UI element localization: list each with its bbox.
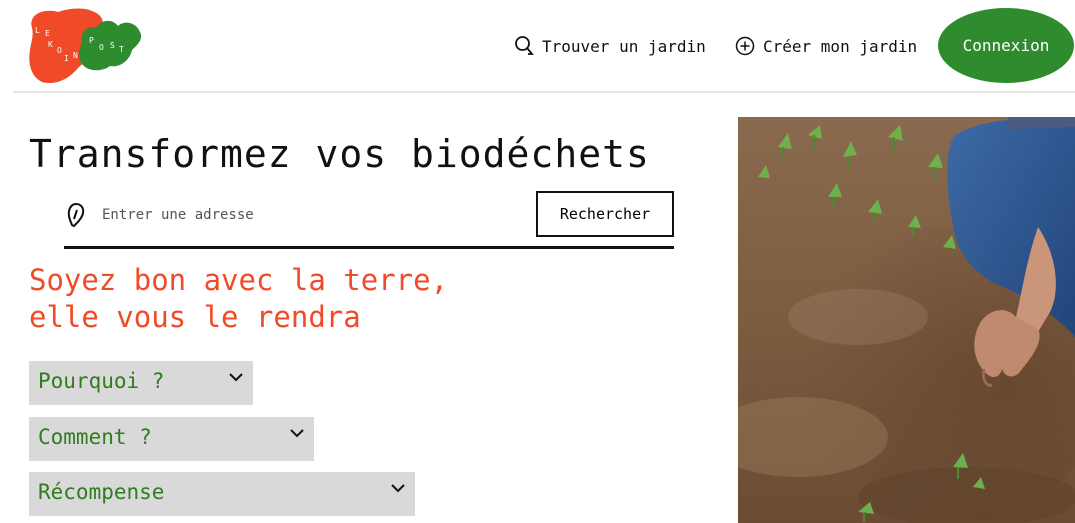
search-icon bbox=[515, 36, 534, 55]
logo-letter: I bbox=[64, 54, 69, 63]
logo-letter: K bbox=[48, 40, 53, 49]
page-title: Transformez vos biodéchets bbox=[29, 132, 650, 176]
logo-letter: O bbox=[57, 46, 62, 55]
logo-letter: E bbox=[45, 29, 50, 38]
nav-find-garden[interactable]: Trouver un jardin bbox=[514, 0, 706, 92]
chevron-down-icon bbox=[290, 429, 304, 438]
accordion-comment[interactable]: Comment ? bbox=[29, 417, 314, 461]
logo-letter: S bbox=[110, 41, 115, 50]
logo[interactable]: L E K O I N P O S T bbox=[26, 6, 144, 86]
chevron-down-icon bbox=[391, 484, 405, 493]
login-button[interactable]: Connexion bbox=[938, 8, 1074, 83]
header-divider bbox=[13, 91, 1075, 93]
map-pin-icon bbox=[67, 202, 85, 228]
tagline-line-2: elle vous le rendra bbox=[29, 300, 361, 334]
accordion-label: Récompense bbox=[38, 480, 165, 504]
search-button[interactable]: Rechercher bbox=[536, 191, 674, 237]
plus-circle-icon bbox=[735, 36, 755, 56]
site-header: L E K O I N P O S T Trouver un jardin Cr… bbox=[0, 0, 1075, 93]
tagline: Soyez bon avec la terre, elle vous le re… bbox=[29, 262, 448, 336]
accordion-label: Pourquoi ? bbox=[38, 369, 165, 393]
nav-create-garden[interactable]: Créer mon jardin bbox=[735, 0, 917, 92]
logo-letter: L bbox=[35, 26, 40, 35]
address-input[interactable] bbox=[100, 198, 524, 232]
garden-photo bbox=[738, 117, 1075, 523]
logo-letter: O bbox=[99, 43, 104, 52]
nav-create-label: Créer mon jardin bbox=[763, 36, 918, 56]
tagline-line-1: Soyez bon avec la terre, bbox=[29, 263, 449, 297]
accordion-label: Comment ? bbox=[38, 425, 152, 449]
accordion-recompense[interactable]: Récompense bbox=[29, 472, 415, 516]
address-search-bar: Rechercher bbox=[64, 190, 674, 249]
accordion-pourquoi[interactable]: Pourquoi ? bbox=[29, 361, 253, 405]
logo-letter: P bbox=[89, 36, 94, 45]
chevron-down-icon bbox=[229, 373, 243, 382]
logo-letter: T bbox=[119, 45, 124, 54]
nav-find-label: Trouver un jardin bbox=[542, 36, 706, 56]
logo-letter: N bbox=[73, 51, 78, 60]
